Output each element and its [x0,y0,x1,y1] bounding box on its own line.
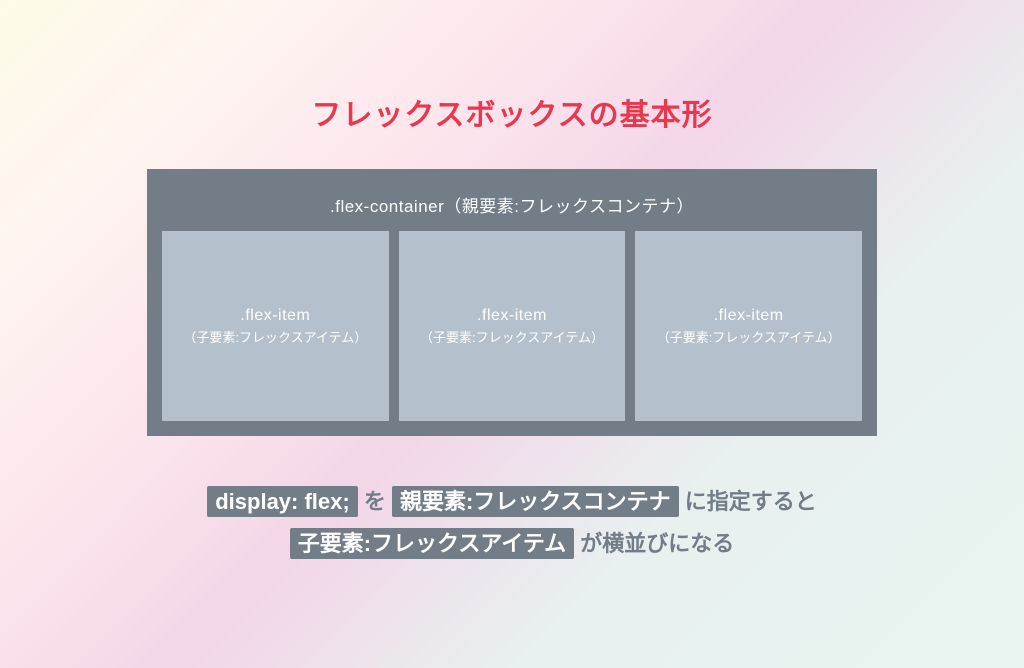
flex-item-label: .flex-item [477,303,547,329]
flex-item-sublabel: （子要素:フレックスアイテム） [657,328,841,349]
flex-item: .flex-item （子要素:フレックスアイテム） [635,231,862,421]
flex-container-label: .flex-container（親要素:フレックスコンテナ） [162,184,862,231]
flex-item-sublabel: （子要素:フレックスアイテム） [183,328,367,349]
flex-container-diagram: .flex-container（親要素:フレックスコンテナ） .flex-ite… [147,169,877,436]
flex-item: .flex-item （子要素:フレックスアイテム） [399,231,626,421]
flex-items-row: .flex-item （子要素:フレックスアイテム） .flex-item （子… [162,231,862,421]
page-title: フレックスボックスの基本形 [311,90,712,134]
desc-text: を [358,489,392,514]
code-chip: display: flex; [207,486,357,517]
term-chip: 親要素:フレックスコンテナ [392,486,679,517]
flex-item-sublabel: （子要素:フレックスアイテム） [420,328,604,349]
flex-item-label: .flex-item [714,303,784,329]
flex-item-label: .flex-item [240,303,310,329]
term-chip: 子要素:フレックスアイテム [290,528,574,559]
desc-text: が横並びになる [574,531,734,556]
flex-item: .flex-item （子要素:フレックスアイテム） [162,231,389,421]
description-text: display: flex; を 親要素:フレックスコンテナ に指定すると 子要… [207,481,817,565]
desc-text: に指定すると [679,489,817,514]
